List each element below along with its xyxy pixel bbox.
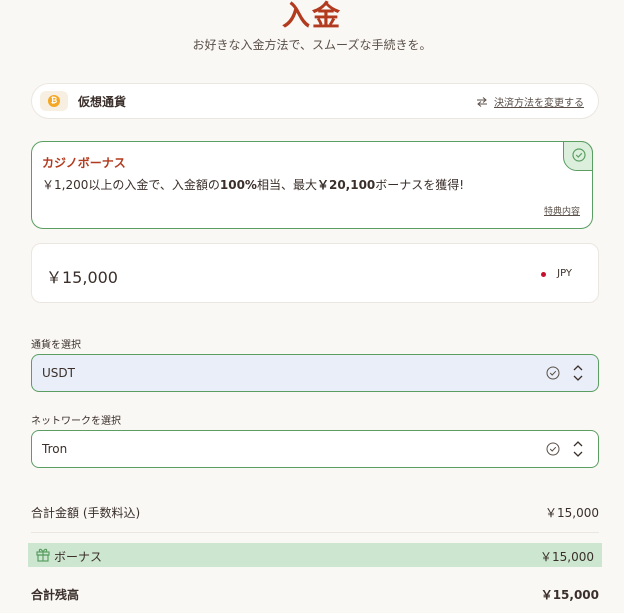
selected-check-icon [563, 141, 593, 171]
currency-code: JPY [557, 268, 572, 279]
total-amount-row: 合計金額 (手数料込) ￥15,000 [31, 504, 599, 521]
currency-select[interactable]: USDT [31, 354, 599, 392]
bonus-desc-prefix: ￥1,200以上の入金で、入金額の [42, 178, 220, 192]
bonus-row: ボーナス ￥15,000 [28, 543, 602, 567]
gift-icon [36, 548, 50, 562]
casino-bonus-card[interactable]: カジノボーナス ￥1,200以上の入金で、入金額の100%相当、最大￥20,10… [31, 141, 593, 229]
bonus-detail-link[interactable]: 特典内容 [544, 204, 580, 217]
network-select-value: Tron [42, 442, 68, 456]
currency-select-label: 通貨を選択 [31, 340, 81, 351]
page-title: 入金 [281, 0, 342, 32]
total-balance-value: ￥15,000 [540, 588, 599, 602]
change-method-button[interactable]: 決済方法を変更する [476, 94, 584, 109]
japan-flag-icon [541, 272, 546, 277]
bonus-desc-max: ￥20,100 [316, 178, 376, 192]
chevron-up-down-icon [573, 441, 583, 457]
total-balance-row: 合計残高 ￥15,000 [31, 586, 599, 603]
swap-icon [477, 96, 487, 107]
bonus-row-value: ￥15,000 [540, 550, 594, 564]
bonus-title: カジノボーナス [42, 156, 126, 170]
payment-method-label: 仮想通貨 [78, 95, 127, 109]
network-select-label: ネットワークを選択 [31, 416, 121, 427]
summary-divider [31, 532, 599, 533]
total-balance-label: 合計残高 [31, 588, 80, 602]
amount-input[interactable]: ￥15,000 JPY [31, 243, 599, 303]
network-select[interactable]: Tron [31, 430, 599, 468]
check-circle-icon [546, 366, 560, 380]
currency-select-value: USDT [42, 366, 75, 380]
bonus-desc-mid: 相当、最大 [256, 178, 317, 192]
check-circle-icon [546, 442, 560, 456]
total-amount-label: 合計金額 (手数料込) [31, 506, 141, 520]
payment-method-bar[interactable]: ₿ 仮想通貨 決済方法を変更する [31, 83, 599, 119]
total-amount-value: ￥15,000 [545, 506, 599, 520]
page-subtitle: お好きな入金方法で、スムーズな手続きを。 [192, 38, 432, 52]
change-method-link[interactable]: 決済方法を変更する [494, 94, 584, 109]
chevron-up-down-icon [573, 365, 583, 381]
amount-value: ￥15,000 [46, 268, 118, 287]
deposit-page: 入金 お好きな入金方法で、スムーズな手続きを。 ₿ 仮想通貨 決済方法を変更する… [0, 0, 624, 613]
bitcoin-icon: ₿ [40, 91, 68, 111]
bitcoin-coin: ₿ [48, 95, 60, 107]
bonus-description: ￥1,200以上の入金で、入金額の100%相当、最大￥20,100ボーナスを獲得… [42, 176, 464, 193]
bonus-row-label: ボーナス [54, 550, 103, 564]
bonus-desc-pct: 100% [219, 178, 257, 192]
bonus-desc-suffix: ボーナスを獲得! [375, 178, 465, 192]
